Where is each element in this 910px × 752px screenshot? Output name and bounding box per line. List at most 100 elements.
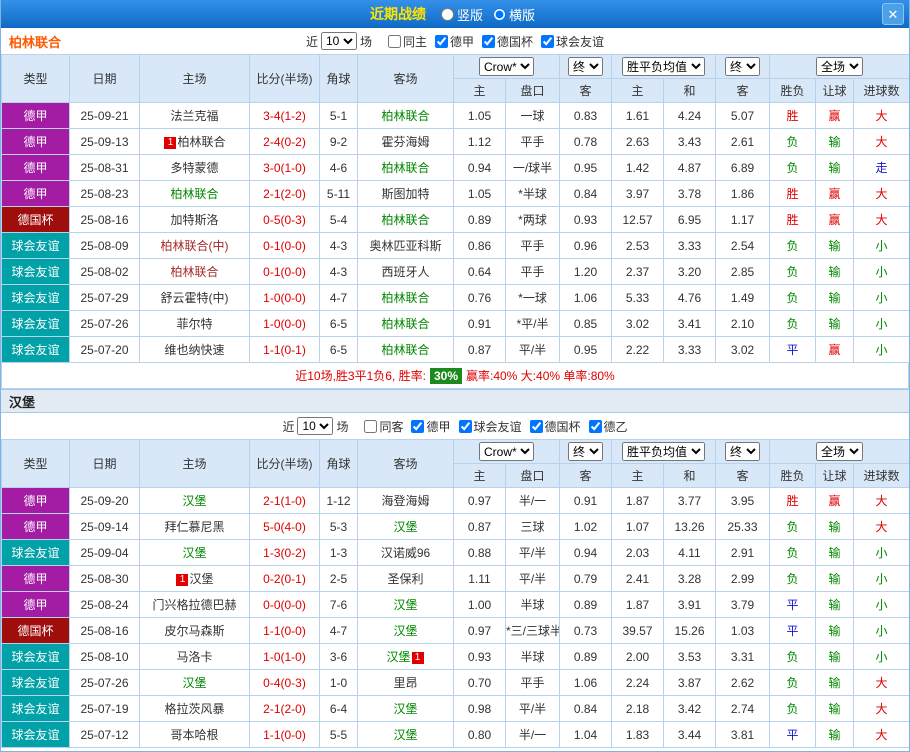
home-team-name[interactable]: 门兴格拉德巴赫 bbox=[152, 598, 236, 612]
layout-vertical-option[interactable]: 竖版 bbox=[440, 5, 483, 24]
filter-option[interactable]: 德国杯 bbox=[522, 418, 581, 435]
filter-option[interactable]: 德甲 bbox=[427, 33, 474, 50]
home-team-name[interactable]: 舒云霍特(中) bbox=[161, 291, 229, 305]
home-team-name[interactable]: 加特斯洛 bbox=[170, 213, 218, 227]
mean-select[interactable]: 胜平负均值 bbox=[622, 442, 705, 461]
layout-vertical-radio[interactable] bbox=[440, 7, 454, 21]
away-team-name[interactable]: 西班牙人 bbox=[381, 265, 429, 279]
team2-header-band: 汉堡 bbox=[1, 389, 909, 413]
filter-checkbox[interactable] bbox=[482, 34, 496, 48]
odds-handicap: *平/半 bbox=[505, 310, 560, 337]
odds-final-select[interactable]: 终 bbox=[568, 57, 603, 76]
filter-checkbox[interactable] bbox=[364, 419, 378, 433]
result-goals: 大 bbox=[853, 513, 909, 540]
home-team-name[interactable]: 维也纳快速 bbox=[164, 343, 224, 357]
away-team-name[interactable]: 汉堡 bbox=[393, 624, 417, 638]
home-team-name[interactable]: 汉堡 bbox=[182, 546, 206, 560]
home-team-name[interactable]: 柏林联合(中) bbox=[161, 239, 229, 253]
away-team-name[interactable]: 柏林联合 bbox=[381, 213, 429, 227]
close-button[interactable]: ✕ bbox=[882, 3, 904, 25]
home-team-name[interactable]: 菲尔特 bbox=[176, 317, 212, 331]
home-team-cell: 汉堡 bbox=[139, 487, 250, 514]
scope-select[interactable]: 全场 bbox=[816, 57, 863, 76]
mean-home: 1.87 bbox=[611, 487, 664, 514]
away-team-name[interactable]: 里昂 bbox=[393, 676, 417, 690]
match-count-select[interactable]: 10 bbox=[320, 32, 357, 50]
home-team-name[interactable]: 马洛卡 bbox=[176, 650, 212, 664]
filter-checkbox[interactable] bbox=[435, 34, 448, 48]
odds-company-select[interactable]: Crow* bbox=[479, 57, 534, 76]
filter-option[interactable]: 德乙 bbox=[581, 418, 628, 435]
away-team-name[interactable]: 斯图加特 bbox=[381, 187, 429, 201]
mean-away: 1.03 bbox=[715, 617, 770, 644]
odds-away: 0.78 bbox=[559, 128, 612, 155]
away-team-name[interactable]: 汉堡 bbox=[393, 728, 417, 742]
away-team-name[interactable]: 汉堡 bbox=[393, 702, 417, 716]
away-team-name[interactable]: 圣保利 bbox=[387, 572, 423, 586]
layout-horizontal-radio[interactable] bbox=[493, 7, 506, 21]
mean-home: 2.22 bbox=[611, 336, 664, 363]
away-team-name[interactable]: 汉诺威96 bbox=[381, 546, 430, 560]
odds-handicap: 平手 bbox=[505, 232, 560, 259]
away-team-name[interactable]: 汉堡 bbox=[386, 650, 410, 664]
home-team-name[interactable]: 汉堡 bbox=[189, 572, 213, 586]
home-team-name[interactable]: 格拉茨风暴 bbox=[164, 702, 224, 716]
away-team-name[interactable]: 柏林联合 bbox=[381, 161, 429, 175]
filter-checkbox[interactable] bbox=[411, 419, 425, 433]
filter-option[interactable]: 同主 bbox=[380, 33, 427, 50]
odds-away: 0.89 bbox=[559, 591, 612, 618]
home-team-name[interactable]: 柏林联合 bbox=[170, 187, 218, 201]
home-team-name[interactable]: 拜仁慕尼黑 bbox=[164, 520, 224, 534]
filter-checkbox[interactable] bbox=[387, 34, 401, 48]
mean-final-select[interactable]: 终 bbox=[725, 57, 760, 76]
filter-checkbox[interactable] bbox=[588, 419, 602, 433]
team-name[interactable]: 汉堡 bbox=[9, 392, 35, 411]
scope-cell: 全场 bbox=[769, 54, 909, 79]
home-team-name[interactable]: 柏林联合 bbox=[170, 265, 218, 279]
home-team-name[interactable]: 柏林联合 bbox=[177, 135, 225, 149]
away-team-name[interactable]: 海登海姆 bbox=[381, 494, 429, 508]
away-team-name[interactable]: 柏林联合 bbox=[381, 317, 429, 331]
filter-checkbox[interactable] bbox=[458, 419, 472, 433]
recent-results-panel: 近期战绩 竖版 横版 ✕ 柏林联合 近 10 场同主 德甲 德国杯 球会友谊 类型 bbox=[0, 0, 910, 752]
odds-final-select[interactable]: 终 bbox=[568, 442, 603, 461]
home-team-name[interactable]: 汉堡 bbox=[182, 676, 206, 690]
filter-checkbox[interactable] bbox=[541, 34, 555, 48]
away-team-name[interactable]: 汉堡 bbox=[393, 520, 417, 534]
mean-home: 3.97 bbox=[611, 180, 664, 207]
mean-final-select[interactable]: 终 bbox=[725, 442, 760, 461]
layout-horizontal-option[interactable]: 横版 bbox=[493, 5, 535, 24]
home-team-name[interactable]: 汉堡 bbox=[182, 494, 206, 508]
away-team-name[interactable]: 柏林联合 bbox=[381, 291, 429, 305]
mean-draw: 4.11 bbox=[663, 539, 716, 566]
filter-option[interactable]: 德甲 bbox=[403, 418, 451, 435]
filter-checkbox[interactable] bbox=[529, 419, 543, 433]
away-team-name[interactable]: 汉堡 bbox=[393, 598, 417, 612]
team-name[interactable]: 柏林联合 bbox=[9, 32, 61, 51]
home-team-cell: 法兰克福 bbox=[139, 102, 250, 129]
mean-home: 12.57 bbox=[611, 206, 664, 233]
match-row: 球会友谊 25-07-20 维也纳快速 1-1(0-1) 6-5 柏林联合 0.87 平/半 0… bbox=[1, 336, 909, 363]
home-team-name[interactable]: 法兰克福 bbox=[170, 109, 218, 123]
match-count-select[interactable]: 10 bbox=[297, 417, 334, 435]
mean-home: 1.61 bbox=[611, 102, 664, 129]
scope-select[interactable]: 全场 bbox=[816, 442, 863, 461]
filter-option[interactable]: 德国杯 bbox=[474, 33, 533, 50]
away-team-name[interactable]: 奥林匹亚科斯 bbox=[369, 239, 441, 253]
odds-company-select[interactable]: Crow* bbox=[479, 442, 534, 461]
away-team-name[interactable]: 霍芬海姆 bbox=[381, 135, 429, 149]
home-team-name[interactable]: 皮尔马森斯 bbox=[164, 624, 224, 638]
match-date: 25-07-26 bbox=[69, 310, 140, 337]
home-team-name[interactable]: 多特蒙德 bbox=[170, 161, 218, 175]
col-header-res-handicap: 让球 bbox=[815, 78, 854, 103]
odds-handicap: 平/半 bbox=[505, 565, 560, 592]
filter-option[interactable]: 球会友谊 bbox=[451, 418, 522, 435]
mean-select[interactable]: 胜平负均值 bbox=[622, 57, 705, 76]
competition-badge: 球会友谊 bbox=[1, 336, 70, 363]
filter-option[interactable]: 球会友谊 bbox=[533, 33, 604, 50]
away-team-name[interactable]: 柏林联合 bbox=[381, 343, 429, 357]
result-handicap: 输 bbox=[815, 669, 854, 696]
home-team-name[interactable]: 哥本哈根 bbox=[170, 728, 218, 742]
filter-option[interactable]: 同客 bbox=[356, 418, 403, 435]
away-team-name[interactable]: 柏林联合 bbox=[381, 109, 429, 123]
